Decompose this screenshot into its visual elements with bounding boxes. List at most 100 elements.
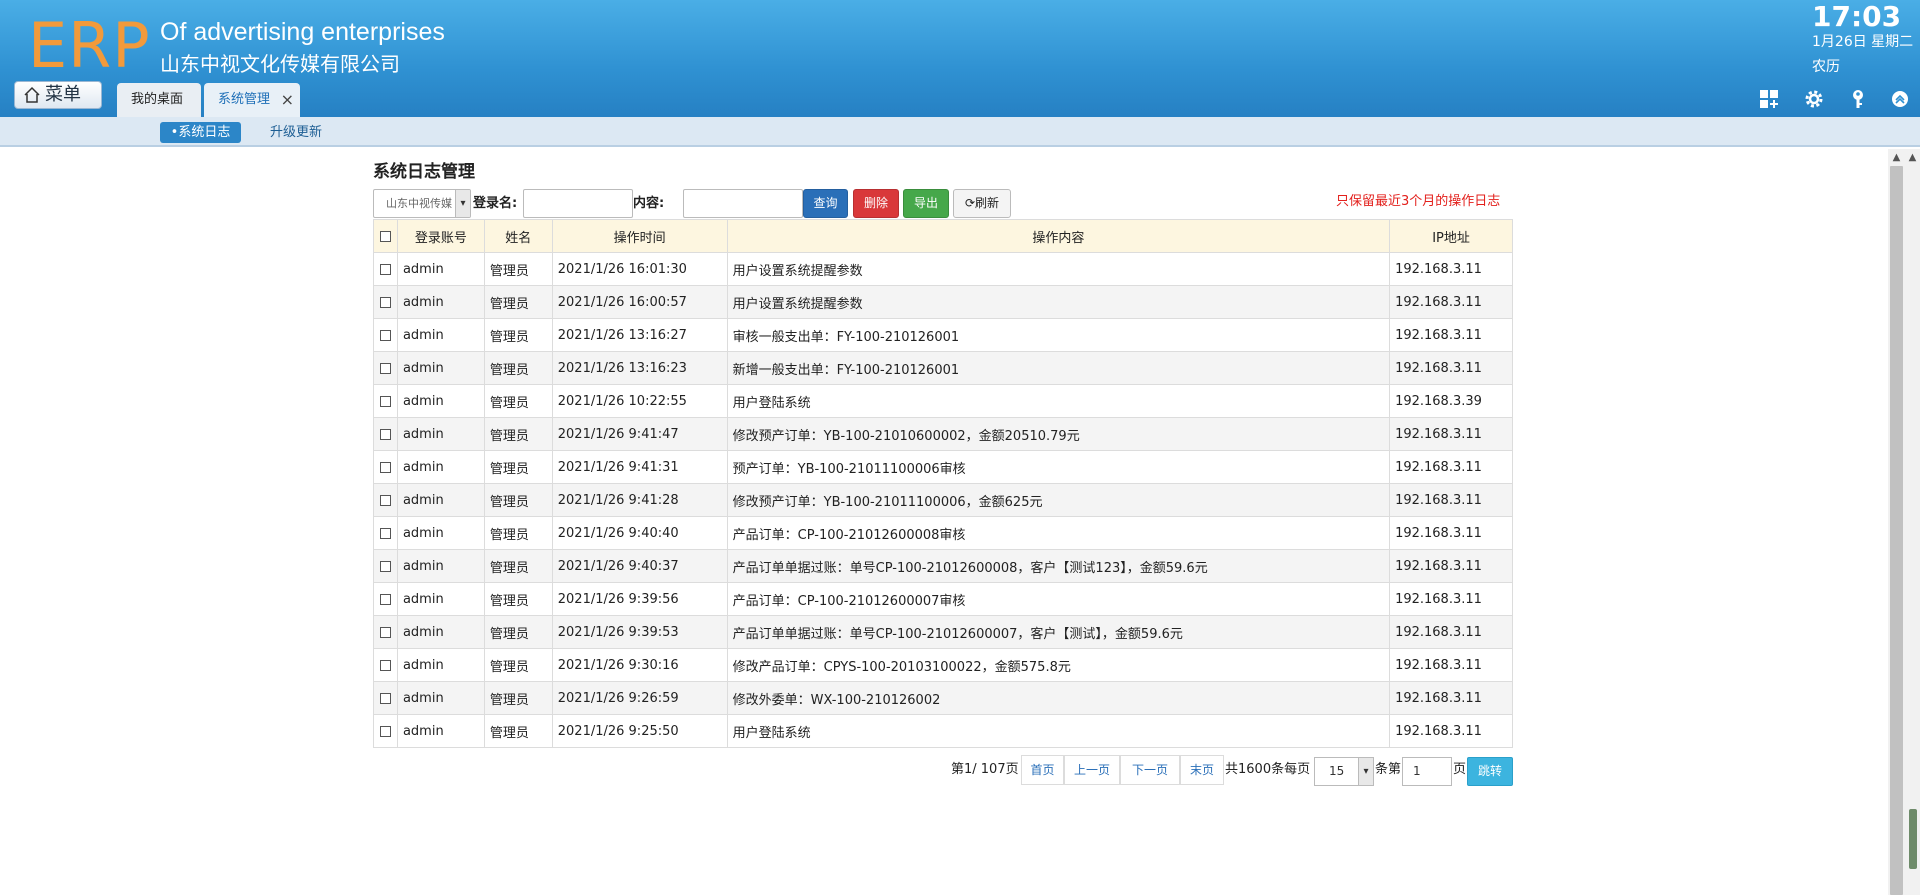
cell-account: admin — [396, 714, 485, 748]
table-row[interactable]: admin 管理员 2021/1/26 13:16:27 审核一般支出单：FY-100… — [373, 318, 1513, 352]
gear-icon[interactable] — [1803, 88, 1825, 110]
delete-button[interactable]: 删除 — [853, 189, 899, 218]
row-checkbox[interactable] — [373, 483, 398, 517]
app-header: ERP Of advertising enterprises 山东中视文化传媒有… — [0, 0, 1920, 117]
close-icon[interactable]: × — [281, 83, 294, 117]
row-checkbox[interactable] — [373, 549, 398, 583]
refresh-button[interactable]: ⟳刷新 — [953, 189, 1011, 218]
date-label: 1月26日 星期二 — [1812, 34, 1914, 50]
cell-name: 管理员 — [483, 681, 553, 715]
company-select[interactable]: 山东中视传媒 ▾ — [373, 189, 471, 218]
cell-content: 审核一般支出单：FY-100-210126001 — [726, 318, 1391, 352]
tab-my-desktop[interactable]: 我的桌面 — [117, 83, 201, 117]
cell-time: 2021/1/26 13:16:23 — [551, 351, 728, 385]
key-icon[interactable] — [1847, 88, 1869, 110]
row-checkbox[interactable] — [373, 351, 398, 385]
dashboard-icon[interactable] — [1758, 88, 1780, 110]
table-row[interactable]: admin 管理员 2021/1/26 13:16:23 新增一般支出单：FY-100… — [373, 351, 1513, 385]
company-name: 山东中视文化传媒有限公司 — [160, 52, 400, 76]
row-checkbox[interactable] — [373, 318, 398, 352]
refresh-icon: ⟳ — [964, 196, 976, 210]
tab-system-management[interactable]: 系统管理 × — [204, 83, 300, 117]
table-row[interactable]: admin 管理员 2021/1/26 9:40:40 产品订单：CP-100-210… — [373, 516, 1513, 550]
table-row[interactable]: admin 管理员 2021/1/26 9:41:47 修改预产订单：YB-100-2… — [373, 417, 1513, 451]
row-checkbox[interactable] — [373, 450, 398, 484]
row-checkbox[interactable] — [373, 252, 398, 286]
table-header-row: 登录账号 姓名 操作时间 操作内容 IP地址 — [373, 219, 1513, 253]
select-all-checkbox[interactable] — [373, 219, 398, 253]
prev-page-button[interactable]: 上一页 — [1064, 755, 1120, 785]
total-label: 共1600条每页 — [1225, 762, 1311, 777]
content-label: 内容: — [633, 196, 665, 211]
page-size-select[interactable]: 15 ▾ — [1314, 757, 1374, 786]
export-button[interactable]: 导出 — [903, 189, 949, 218]
cell-account: admin — [396, 285, 485, 319]
row-checkbox[interactable] — [373, 582, 398, 616]
table-row[interactable]: admin 管理员 2021/1/26 9:39:56 产品订单：CP-100-210… — [373, 582, 1513, 616]
vertical-scrollbar[interactable]: ▲ — [1888, 149, 1905, 895]
last-page-button[interactable]: 末页 — [1180, 755, 1224, 785]
table-row[interactable]: admin 管理员 2021/1/26 16:00:57 用户设置系统提醒参数 192.… — [373, 285, 1513, 319]
collapse-icon[interactable] — [1889, 88, 1911, 110]
next-page-button[interactable]: 下一页 — [1120, 755, 1180, 785]
page-suffix-label: 页 — [1453, 762, 1467, 777]
table-row[interactable]: admin 管理员 2021/1/26 9:41:28 修改预产订单：YB-100-2… — [373, 483, 1513, 517]
cell-name: 管理员 — [483, 714, 553, 748]
col-header-ip: IP地址 — [1389, 219, 1513, 253]
cell-account: admin — [396, 549, 485, 583]
table-row[interactable]: admin 管理员 2021/1/26 16:01:30 用户设置系统提醒参数 192.… — [373, 252, 1513, 286]
row-checkbox[interactable] — [373, 516, 398, 550]
menu-button[interactable]: 菜单 — [14, 81, 102, 109]
outer-scrollbar[interactable]: ▲ — [1905, 149, 1920, 895]
cell-ip: 192.168.3.11 — [1389, 549, 1513, 583]
scroll-thumb[interactable] — [1890, 166, 1903, 895]
cell-content: 产品订单单据过账：单号CP-100-21012600007，客户【测试】，金额5… — [726, 615, 1391, 649]
page-number-input[interactable]: 1 — [1402, 757, 1452, 786]
lunar-label: 农历 — [1812, 59, 1840, 75]
cell-account: admin — [396, 483, 485, 517]
row-checkbox[interactable] — [373, 714, 398, 748]
row-checkbox[interactable] — [373, 681, 398, 715]
cell-content: 产品订单：CP-100-21012600007审核 — [726, 582, 1391, 616]
table-row[interactable]: admin 管理员 2021/1/26 9:25:50 用户登陆系统 192.168.3… — [373, 714, 1513, 748]
row-checkbox[interactable] — [373, 285, 398, 319]
cell-content: 修改外委单：WX-100-210126002 — [726, 681, 1391, 715]
scroll-up-icon[interactable]: ▲ — [1888, 149, 1905, 166]
table-row[interactable]: admin 管理员 2021/1/26 9:41:31 预产订单：YB-100-210… — [373, 450, 1513, 484]
table-row[interactable]: admin 管理员 2021/1/26 9:30:16 修改产品订单：CPYS-100… — [373, 648, 1513, 682]
cell-ip: 192.168.3.11 — [1389, 615, 1513, 649]
row-checkbox[interactable] — [373, 648, 398, 682]
cell-account: admin — [396, 648, 485, 682]
cell-content: 用户登陆系统 — [726, 384, 1391, 418]
cell-time: 2021/1/26 16:01:30 — [551, 252, 728, 286]
scroll-grip[interactable] — [1909, 809, 1917, 869]
cell-name: 管理员 — [483, 384, 553, 418]
content-input[interactable] — [683, 189, 803, 218]
subnav-item-upgrade[interactable]: 升级更新 — [270, 122, 322, 143]
cell-name: 管理员 — [483, 417, 553, 451]
table-row[interactable]: admin 管理员 2021/1/26 9:26:59 修改外委单：WX-100-21… — [373, 681, 1513, 715]
table-row[interactable]: admin 管理员 2021/1/26 9:39:53 产品订单单据过账：单号CP-1… — [373, 615, 1513, 649]
scroll-up-icon[interactable]: ▲ — [1905, 149, 1920, 166]
row-checkbox[interactable] — [373, 384, 398, 418]
erp-logo: ERP — [28, 9, 151, 82]
clock: 17:03 — [1812, 0, 1902, 33]
login-input[interactable] — [523, 189, 633, 218]
table-row[interactable]: admin 管理员 2021/1/26 10:22:55 用户登陆系统 192.168.… — [373, 384, 1513, 418]
query-button[interactable]: 查询 — [803, 189, 848, 218]
subnav-item-system-log[interactable]: •系统日志 — [160, 122, 241, 143]
table-row[interactable]: admin 管理员 2021/1/26 9:40:37 产品订单单据过账：单号CP-1… — [373, 549, 1513, 583]
cell-account: admin — [396, 252, 485, 286]
cell-ip: 192.168.3.11 — [1389, 648, 1513, 682]
row-checkbox[interactable] — [373, 615, 398, 649]
cell-account: admin — [396, 351, 485, 385]
cell-ip: 192.168.3.11 — [1389, 450, 1513, 484]
tab-label: 系统管理 — [218, 92, 271, 107]
cell-name: 管理员 — [483, 483, 553, 517]
go-button[interactable]: 跳转 — [1467, 757, 1513, 786]
cell-time: 2021/1/26 16:00:57 — [551, 285, 728, 319]
row-checkbox[interactable] — [373, 417, 398, 451]
first-page-button[interactable]: 首页 — [1021, 755, 1064, 785]
col-header-name: 姓名 — [483, 219, 553, 253]
page-info: 第1/ 107页 — [951, 762, 1019, 777]
